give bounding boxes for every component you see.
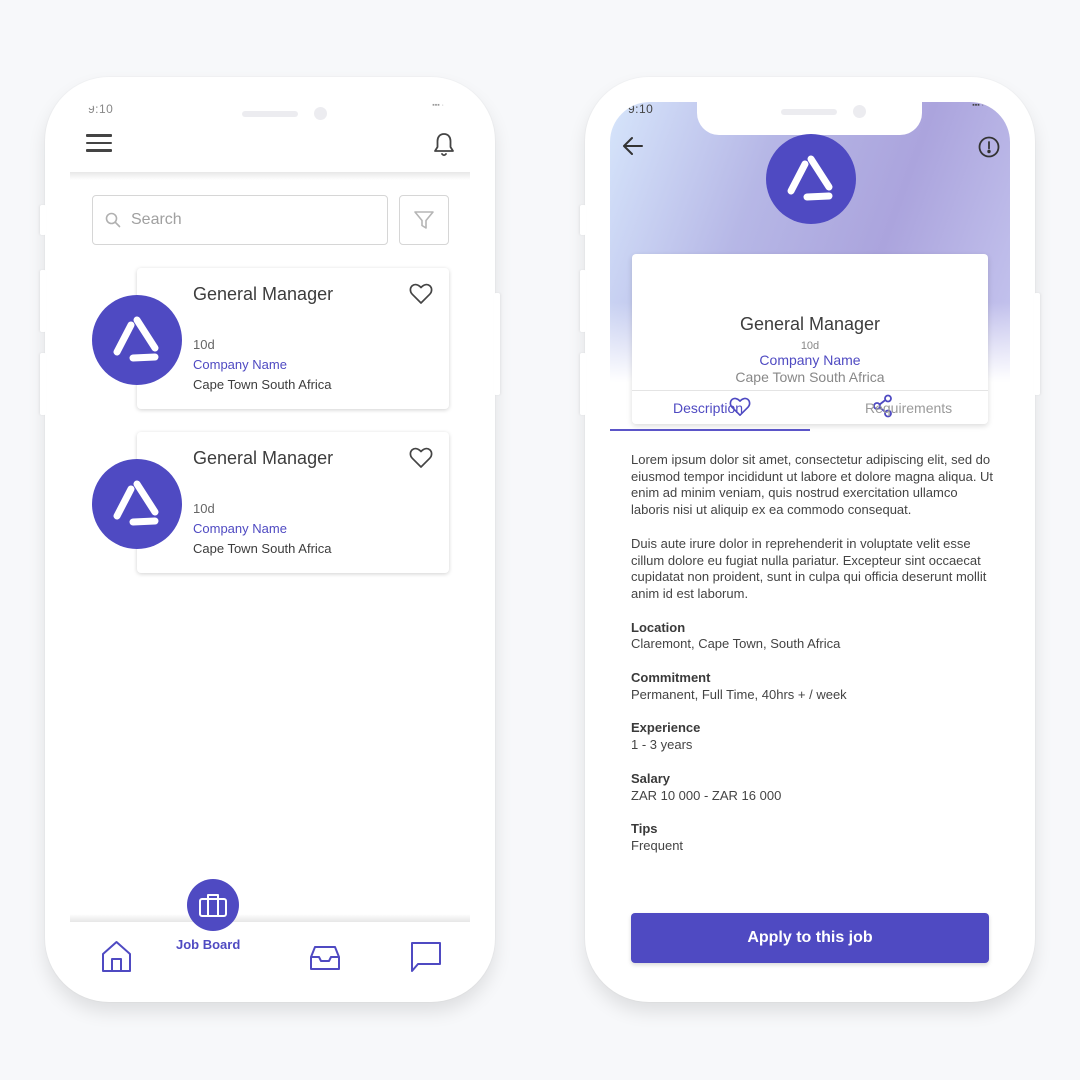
bottom-nav-divider (70, 914, 470, 922)
home-icon[interactable] (100, 940, 133, 974)
detail-location: Location Claremont, Cape Town, South Afr… (631, 620, 996, 653)
heart-outline-icon[interactable] (409, 283, 433, 305)
filter-funnel-icon (414, 211, 434, 229)
job-location: Cape Town South Africa (193, 541, 332, 556)
bell-icon[interactable] (432, 132, 456, 158)
phone-side-button (580, 270, 586, 332)
company-link[interactable]: Company Name (632, 352, 988, 368)
chat-bubble-icon[interactable] (410, 941, 442, 973)
job-description: Lorem ipsum dolor sit amet, consectetur … (631, 452, 996, 872)
job-location: Cape Town South Africa (193, 377, 332, 392)
detail-value: 1 - 3 years (631, 737, 693, 753)
job-age: 10d (800, 340, 820, 352)
tab-requirements[interactable]: Requirements (865, 400, 952, 416)
company-link[interactable]: Company Name (193, 357, 287, 372)
detail-value: Permanent, Full Time, 40hrs + / week (631, 686, 847, 702)
job-summary-card: General Manager 10d Company Name Cape To… (632, 254, 988, 424)
detail-salary: Salary ZAR 10 000 - ZAR 16 000 (631, 771, 996, 804)
phone-job-board: 9:10 ▪▪▪ · General Mana (40, 77, 500, 1002)
nav-job-board-button[interactable] (187, 879, 239, 931)
filter-button[interactable] (399, 195, 449, 245)
card-divider (632, 390, 988, 391)
tab-description[interactable]: Description (673, 400, 743, 416)
active-tab-indicator (610, 429, 810, 431)
phone-side-button (40, 205, 46, 235)
phone-speaker (242, 111, 298, 117)
phone-camera (314, 107, 327, 120)
alert-circle-icon[interactable] (978, 136, 1000, 158)
job-title: General Manager (739, 314, 881, 334)
status-time: 9:10 (628, 102, 654, 116)
detail-value: Claremont, Cape Town, South Africa (631, 636, 841, 652)
job-age: 10d (193, 337, 215, 352)
phone-side-button (40, 353, 46, 415)
detail-value: Frequent (631, 837, 684, 853)
phone-camera (853, 105, 866, 118)
detail-label: Location (631, 619, 686, 635)
job-location: Cape Town South Africa (735, 369, 885, 385)
heart-outline-icon[interactable] (409, 447, 433, 469)
search-field[interactable] (92, 195, 388, 245)
phone-job-detail: 9:10 ▪▪▪ · General Manager 10d Company N… (580, 77, 1040, 1002)
inbox-tray-icon[interactable] (309, 945, 341, 971)
phone-side-button (580, 205, 586, 235)
company-logo (92, 295, 182, 385)
detail-label: Experience (631, 720, 701, 736)
briefcase-icon (199, 894, 227, 917)
detail-tips: Tips Frequent (631, 821, 996, 854)
status-time: 9:10 (88, 102, 114, 116)
detail-commitment: Commitment Permanent, Full Time, 40hrs +… (631, 670, 996, 703)
phone-side-button (40, 270, 46, 332)
phone-side-button (1034, 293, 1040, 395)
phone-notch (697, 102, 922, 135)
job-age: 10d (193, 501, 215, 516)
description-paragraph: Lorem ipsum dolor sit amet, consectetur … (631, 452, 994, 518)
header-divider (70, 172, 470, 180)
signal-icon: ▪▪▪ · (432, 102, 444, 109)
apply-button[interactable]: Apply to this job (631, 913, 989, 963)
phone-side-button (494, 293, 500, 395)
hamburger-menu-icon[interactable] (86, 134, 112, 152)
arrow-left-icon[interactable] (622, 136, 644, 156)
company-logo-icon (113, 316, 159, 362)
job-card[interactable]: General Manager 10d Company Name Cape To… (137, 432, 449, 573)
job-card[interactable]: General Manager 10d Company Name Cape To… (137, 268, 449, 409)
job-detail-screen: 9:10 ▪▪▪ · General Manager 10d Company N… (610, 102, 1010, 977)
detail-experience: Experience 1 - 3 years (631, 720, 996, 753)
search-icon (105, 212, 121, 228)
detail-value: ZAR 10 000 - ZAR 16 000 (631, 787, 782, 803)
detail-label: Salary (631, 770, 671, 786)
phone-speaker (781, 109, 837, 115)
signal-icon: ▪▪▪ · (972, 102, 984, 109)
job-title: General Manager (193, 284, 334, 304)
description-paragraph: Duis aute irure dolor in reprehenderit i… (631, 535, 987, 601)
detail-label: Commitment (631, 670, 711, 686)
company-logo (92, 459, 182, 549)
detail-label: Tips (631, 821, 658, 837)
job-title: General Manager (193, 448, 334, 468)
company-logo (766, 134, 856, 224)
app-header: 9:10 ▪▪▪ · (70, 102, 470, 174)
company-link[interactable]: Company Name (193, 521, 287, 536)
job-board-screen: 9:10 ▪▪▪ · General Mana (70, 102, 470, 977)
phone-side-button (580, 353, 586, 415)
nav-job-board-label[interactable]: Job Board (176, 937, 240, 952)
company-logo-icon (113, 480, 159, 526)
search-input[interactable] (131, 211, 371, 229)
company-logo-icon (787, 155, 833, 201)
